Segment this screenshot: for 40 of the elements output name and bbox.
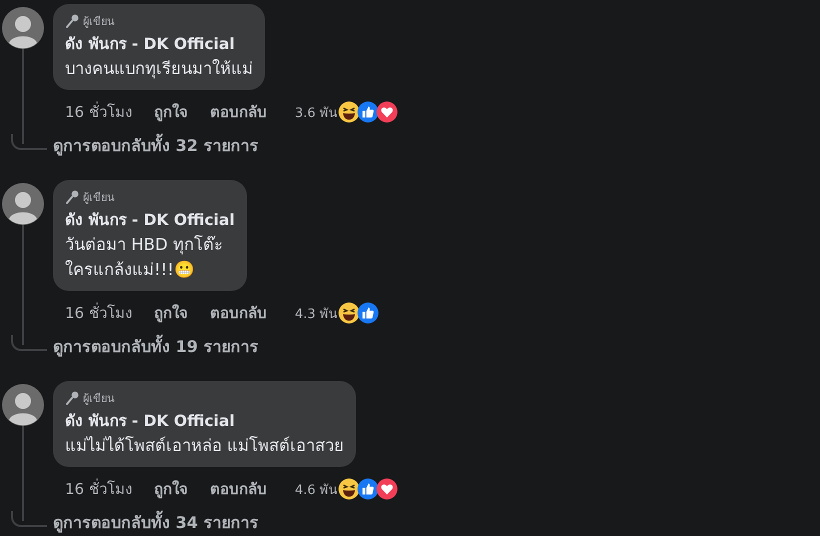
view-replies-link[interactable]: ดูการตอบกลับทั้ง 32 รายการ xyxy=(53,134,258,158)
laughing-face-icon xyxy=(338,302,360,324)
comment-text: วันต่อมา HBD ทุกโต๊ะ xyxy=(65,234,224,256)
thread-connector xyxy=(11,134,47,150)
thumbs-up-icon xyxy=(356,302,379,324)
comment-text: ใครแกล้งแม่!!!😬 xyxy=(65,259,196,281)
comment-text: บางคนแบกทุเรียนมาให้แม่ xyxy=(65,58,253,80)
reaction-count[interactable]: 4.3 พัน xyxy=(294,302,338,324)
avatar-icon[interactable] xyxy=(2,384,44,426)
thread-connector xyxy=(11,511,47,527)
reply-link[interactable]: ตอบกลับ xyxy=(210,100,267,124)
view-replies-link[interactable]: ดูการตอบกลับทั้ง 34 รายการ xyxy=(53,511,258,535)
like-link[interactable]: ถูกใจ xyxy=(154,100,188,124)
author-link[interactable]: ดัง พันกร - DK Official xyxy=(65,208,235,232)
reaction-count[interactable]: 4.6 พัน xyxy=(294,478,338,500)
laughing-face-icon xyxy=(338,101,360,123)
author-label: ผู้เขียน xyxy=(83,190,115,206)
author-label: ผู้เขียน xyxy=(83,14,115,30)
thread-connector xyxy=(11,335,47,351)
like-link[interactable]: ถูกใจ xyxy=(154,301,188,325)
microphone-icon xyxy=(65,391,79,405)
thumbs-up-icon xyxy=(356,101,379,123)
thumbs-up-icon xyxy=(356,478,379,500)
reply-link[interactable]: ตอบกลับ xyxy=(210,477,267,501)
laughing-face-icon xyxy=(338,478,360,500)
avatar-icon[interactable] xyxy=(2,7,44,49)
microphone-icon xyxy=(65,190,79,204)
author-label: ผู้เขียน xyxy=(83,391,115,407)
avatar-icon[interactable] xyxy=(2,183,44,225)
timestamp: 16 ชั่วโมง xyxy=(65,100,132,123)
view-replies-link[interactable]: ดูการตอบกลับทั้ง 19 รายการ xyxy=(53,335,258,359)
comment-text: แม่ไม่ได้โพสต์เอาหล่อ แม่โพสต์เอาสวย xyxy=(65,435,344,457)
author-link[interactable]: ดัง พันกร - DK Official xyxy=(65,409,344,433)
microphone-icon xyxy=(65,14,79,28)
author-link[interactable]: ดัง พันกร - DK Official xyxy=(65,32,253,56)
like-link[interactable]: ถูกใจ xyxy=(154,477,188,501)
reply-link[interactable]: ตอบกลับ xyxy=(210,301,267,325)
timestamp: 16 ชั่วโมง xyxy=(65,302,132,324)
reaction-count[interactable]: 3.6 พัน xyxy=(294,102,338,122)
timestamp: 16 ชั่วโมง xyxy=(65,478,132,500)
